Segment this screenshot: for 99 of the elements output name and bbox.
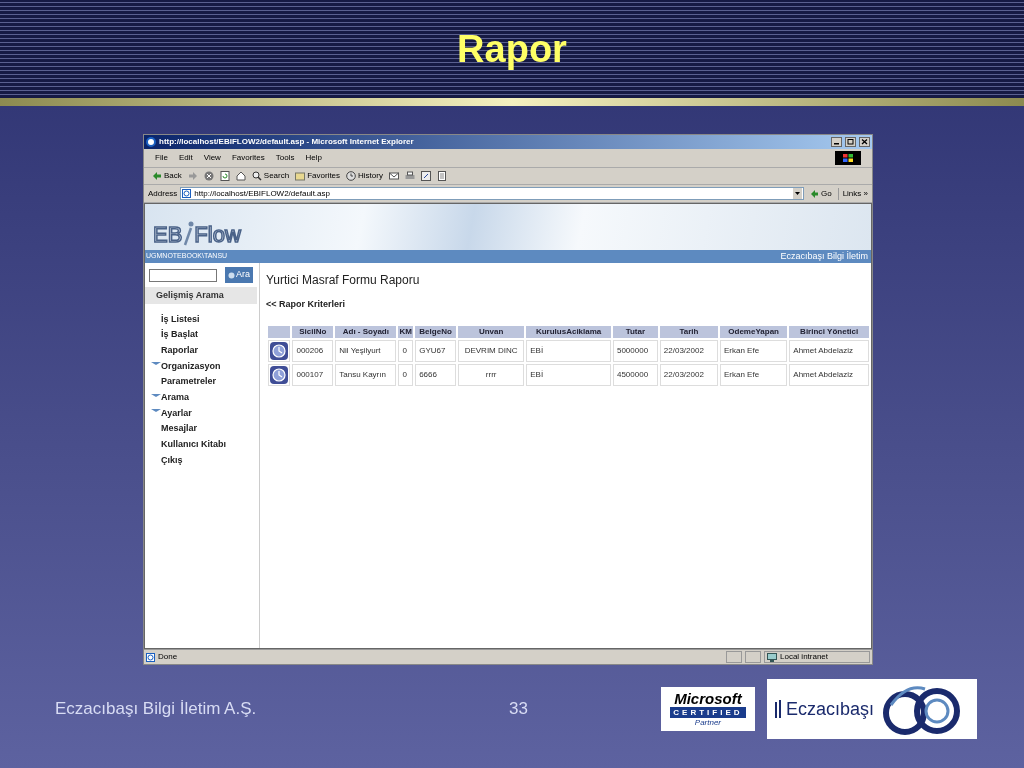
table-cell: EBİ: [526, 339, 611, 362]
ara-button[interactable]: Ara: [225, 267, 253, 283]
toolbar-button[interactable]: Search: [251, 170, 290, 182]
address-text: http://localhost/EBIFLOW2/default.asp: [194, 187, 331, 200]
table-cell: Ahmet Abdelaziz: [789, 339, 869, 362]
ie-page-icon: [182, 189, 192, 198]
toolbar-button[interactable]: Favorites: [295, 170, 341, 182]
clock-button-icon[interactable]: [270, 365, 288, 384]
sidebar-item[interactable]: Çıkış: [161, 453, 183, 468]
status-text: Done: [158, 651, 179, 663]
zone-text: Local intranet: [780, 651, 829, 663]
column-header: Birinci Yönetici: [789, 325, 869, 338]
clock-icon: [346, 171, 357, 181]
column-header: BelgeNo: [415, 325, 456, 338]
sidebar-item[interactable]: İş Listesi: [161, 312, 200, 327]
table-cell: 000107: [292, 363, 334, 386]
toolbar-button[interactable]: Back: [152, 170, 182, 182]
refresh-icon[interactable]: [219, 171, 230, 181]
menu-item[interactable]: Tools: [275, 152, 295, 164]
sidebar-item[interactable]: Parametreler: [161, 375, 217, 389]
logo-text: CERTIFIED: [670, 707, 746, 718]
links-button[interactable]: Links »: [837, 187, 868, 200]
mail-icon[interactable]: [388, 171, 399, 181]
column-header: KurulusAciklama: [526, 325, 611, 338]
logo-text: Partner: [694, 719, 722, 727]
magnifier-icon: [251, 171, 262, 181]
edit-icon[interactable]: [420, 171, 431, 181]
sidebar-item[interactable]: İş Başlat: [161, 328, 199, 342]
stop-icon[interactable]: [203, 171, 214, 181]
clock-button-icon[interactable]: [270, 341, 288, 360]
criteria-link[interactable]: << Rapor Kriterleri: [266, 298, 871, 312]
figure-icon: [182, 220, 195, 246]
menu-item[interactable]: Help: [305, 152, 322, 164]
menu-item[interactable]: File: [155, 152, 168, 164]
logo-text: Eczacıbaşı: [785, 700, 874, 718]
home-icon[interactable]: [235, 171, 246, 181]
table-cell: 6666: [415, 363, 456, 386]
table-cell: 5000000: [612, 339, 658, 362]
logo-text: Microsoft: [674, 691, 742, 706]
table-cell: Ahmet Abdelaziz: [789, 363, 869, 386]
column-header: Unvan: [457, 325, 525, 338]
table-cell: GYU67: [415, 339, 456, 362]
menu-item[interactable]: View: [203, 152, 221, 164]
minimize-icon[interactable]: [831, 137, 842, 147]
document-icon[interactable]: [436, 171, 447, 181]
close-icon[interactable]: [859, 137, 870, 147]
table-cell: 0: [398, 339, 414, 362]
magnifier-icon: [228, 271, 235, 279]
address-label: Address: [148, 187, 178, 200]
table-cell: 22/03/2002: [659, 339, 718, 362]
column-header: KM: [398, 325, 414, 338]
intranet-icon: [767, 652, 777, 662]
slide-number: 33: [509, 698, 528, 721]
back-arrow-icon: [152, 171, 162, 181]
slide-footer-text: Eczacıbaşı Bilgi İletim A.Ş.: [55, 698, 258, 721]
table-header: [268, 325, 291, 338]
company-name: Eczacıbaşı Bilgi İletim: [780, 249, 869, 263]
table-cell: Erkan Efe: [720, 363, 788, 386]
table-cell: 000206: [292, 339, 334, 362]
column-header: Adı - Soyadı: [335, 325, 397, 338]
go-button[interactable]: Go: [806, 187, 835, 200]
go-arrow-icon: [809, 189, 819, 198]
window-title: http://localhost/EBIFLOW2/default.asp - Microsoft Internet Explorer: [159, 136, 415, 148]
bars-icon: [774, 700, 783, 718]
sidebar-item[interactable]: Arama: [161, 391, 189, 405]
logo-text: Flow: [194, 224, 241, 246]
advanced-search-link[interactable]: Gelişmiş Arama: [145, 287, 257, 304]
table-cell: EBİ: [526, 363, 611, 386]
sidebar-item[interactable]: Raporlar: [161, 343, 198, 358]
sidebar-item[interactable]: Mesajlar: [161, 422, 198, 436]
table-cell: DEVRIM DINC: [457, 339, 525, 362]
table-cell: 0: [398, 363, 414, 386]
menu-item[interactable]: Edit: [178, 152, 193, 164]
menu-item[interactable]: Favorites: [231, 152, 265, 164]
table-cell: 4500000: [612, 363, 658, 386]
table-cell: Nil Yeşilyurt: [335, 339, 397, 362]
column-header: SicilNo: [292, 325, 334, 338]
table-cell: Erkan Efe: [720, 339, 788, 362]
toolbar-button[interactable]: History: [346, 170, 383, 182]
sidebar-item[interactable]: Organizasyon: [161, 359, 221, 374]
table-cell: rrrr: [457, 363, 525, 386]
table-cell: Tansu Kayrın: [335, 363, 397, 386]
search-field[interactable]: [149, 268, 217, 282]
printer-icon[interactable]: [404, 171, 415, 181]
table-cell: 22/03/2002: [659, 363, 718, 386]
address-field[interactable]: http://localhost/EBIFLOW2/default.asp: [180, 187, 804, 200]
sidebar-item[interactable]: Ayarlar: [161, 406, 192, 421]
report-title: Yurtici Masraf Formu Raporu: [266, 272, 421, 289]
ie-icon: [146, 137, 156, 147]
folder-icon: [295, 171, 306, 181]
column-header: Tutar: [612, 325, 658, 338]
maximize-icon[interactable]: [845, 137, 856, 147]
column-header: OdemeYapan: [720, 325, 788, 338]
column-header: Tarih: [659, 325, 718, 338]
ie-page-icon: [146, 652, 155, 662]
slide-title: Rapor: [457, 30, 567, 68]
logo-text: EB: [153, 224, 183, 246]
windows-flag-icon: [843, 154, 853, 162]
sidebar-item[interactable]: Kullanıcı Kitabı: [161, 438, 226, 452]
